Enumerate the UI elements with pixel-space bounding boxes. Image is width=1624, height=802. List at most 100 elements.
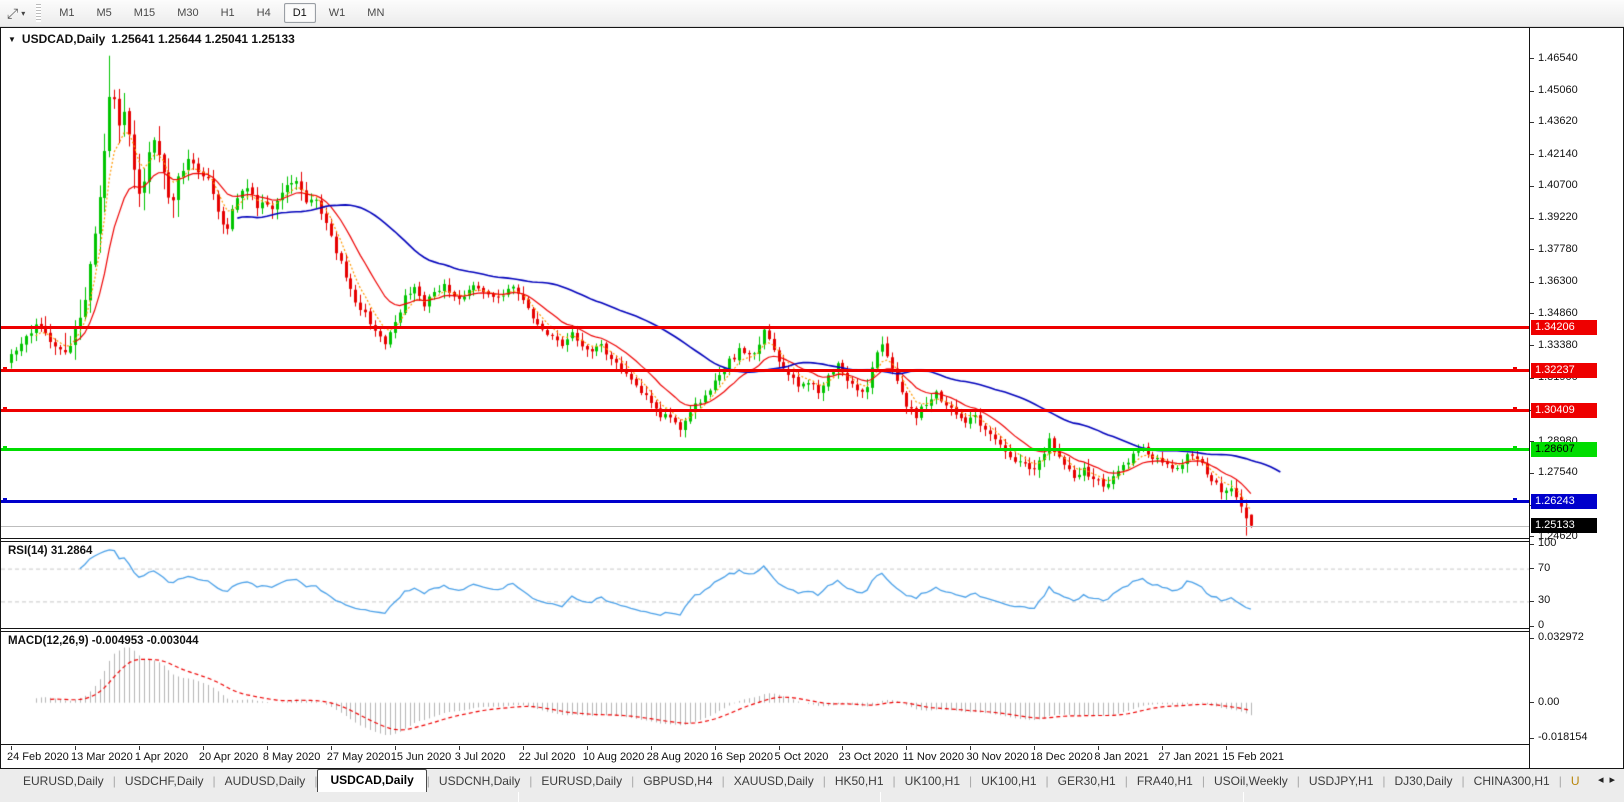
rsi-axis-tick [1530, 543, 1534, 545]
collapse-triangle-icon[interactable]: ▼ [8, 35, 16, 44]
date-axis-tick [11, 746, 12, 750]
chart-tab-dj30-daily[interactable]: DJ30,Daily [1386, 771, 1462, 792]
macd-canvas[interactable] [1, 632, 1529, 744]
line-selection-handle[interactable] [1513, 497, 1517, 502]
rsi-canvas[interactable] [1, 542, 1529, 628]
price-axis-tick [1530, 536, 1534, 538]
date-axis-label: 10 Aug 2020 [582, 751, 645, 763]
horizontal-price-line[interactable] [1, 369, 1529, 373]
chart-tab-hk50-h1[interactable]: HK50,H1 [826, 771, 893, 792]
timeframe-button-h4[interactable]: H4 [248, 3, 280, 23]
price-axis-tick [1530, 90, 1534, 92]
line-selection-handle[interactable] [3, 497, 7, 502]
date-axis-label: 1 Apr 2020 [134, 751, 189, 763]
date-axis-tick [202, 746, 204, 750]
status-strip [0, 792, 1624, 802]
tab-scroll-arrows[interactable]: ◂▸ [1591, 773, 1621, 786]
chart-tab-eurusd-daily[interactable]: EURUSD,Daily [532, 771, 631, 792]
timeframe-button-m30[interactable]: M30 [168, 3, 207, 23]
rsi-name: RSI(14) [8, 545, 48, 557]
timeframe-button-w1[interactable]: W1 [320, 3, 355, 23]
date-axis-label: 16 Sep 2020 [710, 751, 773, 763]
rsi-axis-label: 30 [1538, 594, 1551, 607]
price-axis-column[interactable]: 1.46540 1.45060 1.43620 1.42140 1.40700 1.392… [1529, 28, 1621, 768]
macd-axis-tick [1530, 702, 1534, 704]
date-axis[interactable]: 24 Feb 2020 13 Mar 2020 1 Apr 2020 20 Apr 2… [1, 746, 1529, 768]
macd-values: -0.004953 -0.003044 [91, 635, 199, 647]
rsi-label: RSI(14) 31.2864 [8, 545, 92, 557]
price-line-badge: 1.28607 [1531, 441, 1597, 457]
chart-tools-icon[interactable]: ⤢ [5, 4, 20, 23]
line-selection-handle[interactable] [3, 406, 7, 411]
chart-tab-u[interactable]: U [1562, 771, 1589, 792]
horizontal-price-line[interactable] [1, 409, 1529, 413]
status-divider [880, 792, 881, 802]
line-selection-handle[interactable] [1513, 366, 1517, 371]
timeframe-button-m1[interactable]: M1 [50, 3, 83, 23]
chart-tab-usoil-weekly[interactable]: USOil,Weekly [1205, 771, 1297, 792]
line-selection-handle[interactable] [3, 445, 7, 450]
date-axis-label: 3 Jul 2020 [454, 751, 506, 763]
price-axis-label: 1.36300 [1538, 275, 1578, 288]
macd-panel[interactable] [1, 632, 1529, 744]
chart-tab-usdcnh-daily[interactable]: USDCNH,Daily [430, 771, 529, 792]
price-panel[interactable] [1, 28, 1529, 538]
price-axis-label: 1.34860 [1538, 306, 1578, 319]
date-axis-label: 24 Feb 2020 [7, 751, 69, 763]
price-line-badge: 1.32237 [1531, 362, 1597, 378]
chart-tab-china300-h1[interactable]: CHINA300,H1 [1465, 771, 1559, 792]
price-axis-label: 1.40700 [1538, 179, 1578, 192]
status-divider [518, 792, 519, 802]
date-axis-tick [842, 746, 844, 750]
rsi-axis-tick [1530, 625, 1534, 627]
timeframe-button-mn[interactable]: MN [358, 3, 393, 23]
chart-tab-uk100-h1[interactable]: UK100,H1 [972, 771, 1045, 792]
date-axis-label: 11 Nov 2020 [902, 751, 965, 763]
date-axis-label: 13 Mar 2020 [70, 751, 133, 763]
toolbar-grip[interactable] [36, 4, 42, 22]
date-axis-tick [138, 746, 140, 750]
chart-tab-usdjpy-h1[interactable]: USDJPY,H1 [1300, 771, 1382, 792]
timeframe-button-h1[interactable]: H1 [212, 3, 244, 23]
chart-tab-usdcad-daily[interactable]: USDCAD,Daily [317, 769, 427, 792]
timeframe-button-m5[interactable]: M5 [88, 3, 121, 23]
chart-tab-gbpusd-h4[interactable]: GBPUSD,H4 [634, 771, 721, 792]
rsi-value: 31.2864 [50, 545, 93, 557]
chart-tab-ger30-h1[interactable]: GER30,H1 [1049, 771, 1125, 792]
horizontal-price-line[interactable] [1, 448, 1529, 452]
date-axis-label: 28 Aug 2020 [646, 751, 709, 763]
macd-axis-label: 0.032972 [1538, 631, 1584, 644]
price-axis-label: 1.42140 [1538, 147, 1578, 160]
horizontal-price-line[interactable] [1, 500, 1529, 503]
chart-tab-audusd-daily[interactable]: AUDUSD,Daily [216, 771, 315, 792]
price-axis-label: 1.45060 [1538, 84, 1578, 97]
chart-tab-eurusd-daily[interactable]: EURUSD,Daily [14, 771, 113, 792]
rsi-axis-label: 70 [1538, 561, 1551, 574]
date-axis-label: 8 May 2020 [262, 751, 321, 763]
date-axis-tick [394, 746, 396, 750]
rsi-panel[interactable] [1, 542, 1529, 628]
chart-tab-usdchf-daily[interactable]: USDCHF,Daily [116, 771, 213, 792]
macd-axis-label: -0.018154 [1538, 731, 1588, 744]
price-axis-label: 1.46540 [1538, 51, 1578, 64]
price-chart-canvas[interactable] [1, 28, 1529, 538]
chart-title: ▼ USDCAD,Daily 1.25641 1.25644 1.25041 1… [8, 32, 295, 46]
current-price-badge: 1.25133 [1531, 517, 1597, 533]
timeframe-buttons: M1 M5 M15 M30 H1 H4 D1 W1 MN [48, 3, 395, 23]
status-divider [1243, 792, 1244, 802]
timeframe-button-d1[interactable]: D1 [283, 3, 316, 23]
line-selection-handle[interactable] [1513, 445, 1517, 450]
chart-ohlc-values: 1.25641 1.25644 1.25041 1.25133 [111, 32, 295, 46]
chevron-down-icon[interactable]: ▾ [20, 9, 29, 18]
chart-tab-uk100-h1[interactable]: UK100,H1 [896, 771, 969, 792]
chart-tab-xauusd-daily[interactable]: XAUUSD,Daily [725, 771, 823, 792]
line-selection-handle[interactable] [1513, 406, 1517, 411]
chart-tab-fra40-h1[interactable]: FRA40,H1 [1128, 771, 1202, 792]
line-selection-handle[interactable] [3, 366, 7, 371]
price-axis-tick [1530, 472, 1534, 474]
horizontal-price-line[interactable] [1, 326, 1529, 330]
price-axis-tick [1530, 313, 1534, 315]
price-axis-tick [1530, 281, 1534, 283]
macd-label: MACD(12,26,9) -0.004953 -0.003044 [8, 635, 199, 647]
timeframe-button-m15[interactable]: M15 [125, 3, 164, 23]
